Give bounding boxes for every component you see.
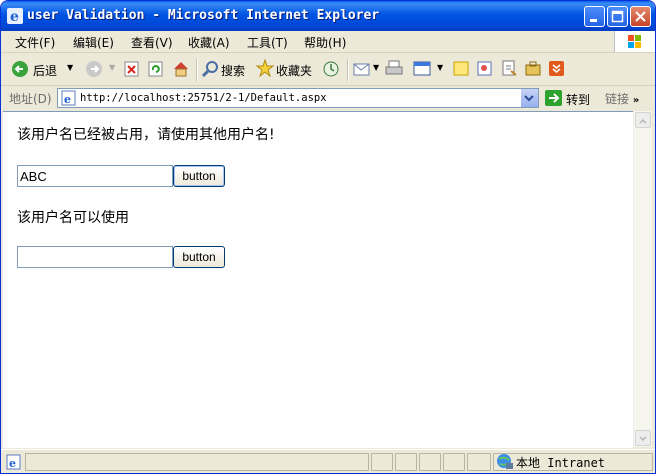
menu-file[interactable]: 文件(F) bbox=[15, 34, 55, 51]
messenger-icon bbox=[477, 61, 492, 76]
back-arrow-icon bbox=[12, 61, 28, 77]
favorites-button[interactable]: 收藏夹 bbox=[255, 58, 316, 79]
address-url: http://localhost:25751/2-1/Default.aspx bbox=[80, 92, 327, 104]
minimize-icon bbox=[590, 19, 597, 22]
research-button[interactable] bbox=[500, 59, 518, 79]
search-icon bbox=[201, 61, 218, 78]
messenger-button[interactable] bbox=[476, 59, 494, 79]
close-icon bbox=[635, 11, 646, 22]
maximize-button[interactable] bbox=[607, 6, 628, 27]
discuss-button[interactable] bbox=[452, 59, 470, 79]
svg-text:e: e bbox=[10, 9, 19, 24]
title-bar[interactable]: e user Validation - Microsoft Internet E… bbox=[1, 1, 655, 31]
home-button[interactable] bbox=[172, 59, 192, 79]
validate-button-2[interactable]: button bbox=[173, 246, 225, 268]
menu-view[interactable]: 查看(V) bbox=[131, 34, 173, 51]
chevron-down-icon bbox=[524, 95, 534, 102]
download-icon bbox=[549, 61, 564, 76]
links-label: 链接 bbox=[605, 92, 630, 106]
research-icon bbox=[502, 60, 517, 76]
chevron-down-icon bbox=[639, 436, 647, 442]
status-panel-5 bbox=[443, 453, 465, 471]
forward-arrow-icon bbox=[86, 61, 102, 77]
download-button[interactable] bbox=[548, 59, 566, 79]
page-done-icon: e bbox=[6, 454, 21, 470]
go-button[interactable]: 转到 bbox=[544, 88, 590, 108]
vertical-scrollbar[interactable] bbox=[633, 111, 652, 447]
search-button[interactable]: 搜索 bbox=[201, 59, 249, 79]
toolbar-separator-2 bbox=[347, 59, 349, 81]
windows-flag-icon bbox=[628, 35, 641, 48]
back-label: 后退 bbox=[33, 64, 58, 78]
status-panel-3 bbox=[395, 453, 417, 471]
links-button[interactable]: 链接 » bbox=[605, 90, 639, 107]
success-message: 该用户名可以使用 bbox=[17, 210, 129, 226]
window-title: user Validation - Microsoft Internet Exp… bbox=[27, 8, 380, 23]
mail-dropdown-icon[interactable]: ▼ bbox=[373, 63, 379, 72]
page-content: 该用户名已经被占用，请使用其他用户名! button 该用户名可以使用 butt… bbox=[3, 111, 633, 448]
favorites-label: 收藏夹 bbox=[276, 64, 313, 78]
status-bar: e 本地 Intranet bbox=[1, 449, 655, 473]
menu-edit[interactable]: 编辑(E) bbox=[73, 34, 114, 51]
edit-dropdown-icon[interactable]: ▼ bbox=[437, 63, 443, 72]
history-icon bbox=[323, 61, 339, 77]
windows-logo bbox=[614, 31, 655, 52]
toolbox-icon bbox=[525, 61, 541, 76]
menu-tools[interactable]: 工具(T) bbox=[247, 34, 288, 51]
mail-button[interactable]: ▼ bbox=[353, 59, 381, 79]
note-icon bbox=[453, 61, 469, 76]
menu-favorites[interactable]: 收藏(A) bbox=[188, 34, 230, 51]
close-button[interactable] bbox=[630, 6, 651, 27]
back-dropdown-icon[interactable]: ▼ bbox=[67, 63, 73, 72]
page-icon: e bbox=[61, 90, 76, 106]
toolbar: 后退 ▼ ▼ 搜索 收藏夹 ▼ ▼ bbox=[1, 53, 655, 86]
printer-icon bbox=[385, 60, 403, 75]
svg-text:e: e bbox=[64, 93, 71, 106]
status-panel-6 bbox=[467, 453, 491, 471]
address-bar: 地址(D) e http://localhost:25751/2-1/Defau… bbox=[1, 86, 655, 110]
edit-page-icon bbox=[413, 61, 431, 76]
ie-logo-icon: e bbox=[7, 8, 23, 24]
error-message: 该用户名已经被占用，请使用其他用户名! bbox=[17, 127, 275, 143]
refresh-icon bbox=[148, 61, 163, 77]
maximize-icon bbox=[611, 10, 624, 23]
refresh-button[interactable] bbox=[148, 59, 166, 79]
status-panel-2 bbox=[371, 453, 393, 471]
chevron-up-icon bbox=[639, 118, 647, 124]
minimize-button[interactable] bbox=[584, 6, 605, 27]
scroll-up-button[interactable] bbox=[635, 112, 651, 128]
mail-icon bbox=[353, 63, 370, 76]
stop-button[interactable] bbox=[124, 59, 142, 79]
username-input-1[interactable] bbox=[17, 165, 173, 187]
forward-button[interactable]: ▼ bbox=[85, 59, 115, 79]
address-input[interactable]: e http://localhost:25751/2-1/Default.asp… bbox=[57, 88, 539, 108]
status-panel-4 bbox=[419, 453, 441, 471]
forward-dropdown-icon: ▼ bbox=[109, 63, 116, 72]
stop-icon bbox=[124, 61, 139, 77]
address-label: 地址(D) bbox=[9, 92, 52, 106]
history-button[interactable] bbox=[322, 59, 342, 79]
address-dropdown[interactable] bbox=[520, 89, 538, 107]
chevron-right-icon: » bbox=[632, 95, 640, 106]
toolbar-separator bbox=[196, 59, 198, 81]
search-label: 搜索 bbox=[221, 64, 246, 78]
star-icon bbox=[255, 58, 275, 78]
print-button[interactable] bbox=[385, 59, 405, 79]
menu-help[interactable]: 帮助(H) bbox=[304, 34, 346, 51]
username-input-2[interactable] bbox=[17, 246, 173, 268]
zone-label: 本地 Intranet bbox=[516, 456, 606, 470]
tools-button[interactable] bbox=[524, 59, 542, 79]
browser-window: e user Validation - Microsoft Internet E… bbox=[0, 0, 656, 474]
scroll-down-button[interactable] bbox=[635, 430, 651, 446]
svg-text:e: e bbox=[9, 457, 16, 470]
go-arrow-icon bbox=[545, 90, 562, 106]
edit-button[interactable]: ▼ bbox=[413, 59, 443, 79]
intranet-globe-icon bbox=[497, 454, 513, 469]
menu-bar: 文件(F) 编辑(E) 查看(V) 收藏(A) 工具(T) 帮助(H) bbox=[1, 31, 655, 53]
home-icon bbox=[174, 62, 188, 77]
go-label: 转到 bbox=[566, 93, 591, 107]
validate-button-1[interactable]: button bbox=[173, 165, 225, 187]
back-button[interactable]: 后退 ▼ bbox=[11, 59, 73, 79]
status-text-panel bbox=[25, 453, 369, 471]
